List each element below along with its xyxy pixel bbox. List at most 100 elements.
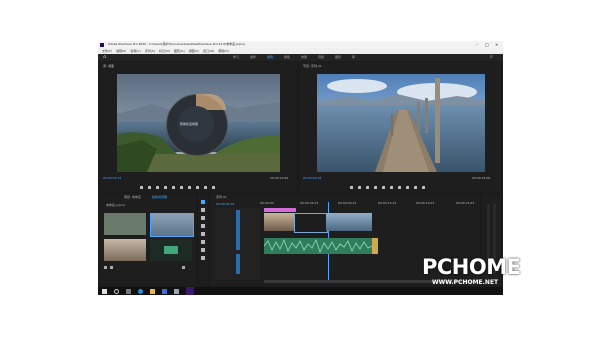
type-tool-icon[interactable] — [201, 256, 205, 260]
audio-clip-end[interactable] — [372, 238, 378, 254]
play-icon[interactable] — [172, 186, 175, 189]
tab-program-monitor[interactable]: 节目: 序列 01 — [303, 64, 322, 68]
step-forward-icon[interactable] — [390, 186, 393, 189]
menu-marker[interactable]: 标记(M) — [159, 49, 170, 53]
track-target-a1[interactable] — [236, 254, 240, 274]
radial-menu-label: 帮助和选择器 — [180, 122, 199, 126]
menu-help[interactable]: 帮助(H) — [218, 49, 229, 53]
lift-icon[interactable] — [406, 186, 409, 189]
overwrite-icon[interactable] — [204, 186, 207, 189]
source-duration: 00:00:10:00 — [270, 176, 289, 180]
hand-tool-icon[interactable] — [201, 248, 205, 252]
home-icon[interactable]: ⌂ — [103, 54, 106, 60]
audio-waveform-thumb — [164, 246, 178, 254]
bin-thumbnail-4[interactable] — [150, 239, 192, 261]
title-clip[interactable] — [264, 208, 296, 212]
audio-clip[interactable] — [263, 238, 373, 254]
source-timecode[interactable]: 00:00:02:14 — [103, 176, 121, 180]
insert-icon[interactable] — [196, 186, 199, 189]
step-forward-icon[interactable] — [180, 186, 183, 189]
workspace-editing[interactable]: 编辑 — [267, 55, 273, 59]
premiere-app-icon — [100, 42, 104, 47]
taskbar-search-icon[interactable] — [114, 288, 119, 294]
go-to-in-icon[interactable] — [156, 186, 159, 189]
menu-window[interactable]: 窗口(W) — [203, 49, 214, 53]
workspace-graphics[interactable]: 图形 — [335, 55, 341, 59]
project-panel: 项目: 未命名 媒体浏览器 未命名.prproj — [100, 194, 196, 286]
mark-in-icon[interactable] — [350, 186, 353, 189]
workspace-learn[interactable]: 学习 — [233, 55, 239, 59]
video-clip-3[interactable] — [326, 213, 372, 231]
go-to-out-icon[interactable] — [188, 186, 191, 189]
audio-waveform — [263, 238, 373, 254]
workspace-assembly[interactable]: 组件 — [250, 55, 256, 59]
mark-in-icon[interactable] — [140, 186, 143, 189]
store-icon[interactable] — [162, 288, 167, 294]
title-bar: Adobe Premiere Pro 2020 - C:\Users\用户\Do… — [98, 41, 503, 48]
step-back-icon[interactable] — [164, 186, 167, 189]
menu-view[interactable]: 视图(V) — [189, 49, 199, 53]
go-to-in-icon[interactable] — [366, 186, 369, 189]
tab-project[interactable]: 项目: 未命名 — [124, 195, 141, 199]
video-clip-2[interactable] — [294, 213, 328, 233]
task-view-icon[interactable] — [126, 288, 131, 294]
slip-tool-icon[interactable] — [201, 232, 205, 236]
workspace-libraries[interactable]: 库 — [352, 55, 355, 59]
timeline-timecode[interactable]: 00:00:05:18 — [216, 202, 234, 206]
video-clip-1[interactable] — [264, 213, 294, 231]
tab-source-monitor[interactable]: 源: 湖面 — [103, 64, 114, 68]
search-icon[interactable]: ⌕ — [490, 54, 493, 60]
program-transport-controls — [350, 185, 460, 191]
close-icon[interactable]: × — [495, 41, 498, 48]
menu-graphics[interactable]: 图形(G) — [174, 49, 185, 53]
mark-out-icon[interactable] — [358, 186, 361, 189]
track-target-v1[interactable] — [236, 210, 240, 250]
ripple-edit-tool-icon[interactable] — [201, 216, 205, 220]
track-select-tool-icon[interactable] — [201, 208, 205, 212]
file-explorer-icon[interactable] — [150, 288, 155, 294]
selection-tool-icon[interactable] — [201, 200, 205, 204]
minimize-icon[interactable]: – — [476, 41, 478, 48]
project-path: 未命名.prproj — [106, 203, 125, 207]
pen-tool-icon[interactable] — [201, 240, 205, 244]
tab-media-browser[interactable]: 媒体浏览器 — [152, 195, 167, 199]
bin-thumbnail-1[interactable] — [104, 213, 146, 235]
workspace-effects[interactable]: 效果 — [301, 55, 307, 59]
extract-icon[interactable] — [414, 186, 417, 189]
workspace-color[interactable]: 颜色 — [284, 55, 290, 59]
mail-icon[interactable] — [174, 288, 179, 294]
icon-view-icon[interactable] — [110, 266, 113, 269]
play-icon[interactable] — [382, 186, 385, 189]
pchome-watermark: PCHOME — [422, 255, 521, 279]
mark-out-icon[interactable] — [148, 186, 151, 189]
go-to-out-icon[interactable] — [398, 186, 401, 189]
timeline-ruler[interactable]: 00:00:00 00:00:04:23 00:00:09:23 00:00:1… — [260, 201, 480, 206]
step-back-icon[interactable] — [374, 186, 377, 189]
ruler-tick: 00:00:24:23 — [456, 201, 475, 205]
bin-thumbnail-2[interactable] — [150, 213, 194, 237]
pchome-watermark-url: WWW.PCHOME.NET — [432, 279, 499, 286]
windows-start-icon[interactable] — [102, 288, 107, 294]
source-monitor: 源: 湖面 帮助和选择器 00:00:02:14 00:00:10:00 — [100, 62, 297, 192]
ruler-tick: 00:00:09:23 — [338, 201, 357, 205]
workspace-audio[interactable]: 音频 — [318, 55, 324, 59]
ruler-tick: 00:00:19:23 — [416, 201, 435, 205]
menu-edit[interactable]: 编辑(E) — [116, 49, 126, 53]
menu-sequence[interactable]: 序列(S) — [145, 49, 155, 53]
export-frame-icon[interactable] — [422, 186, 425, 189]
razor-tool-icon[interactable] — [201, 224, 205, 228]
ruler-tick: 00:00:00 — [260, 201, 274, 205]
edge-icon[interactable] — [138, 288, 143, 294]
new-item-icon[interactable] — [182, 266, 185, 269]
program-timecode[interactable]: 00:00:05:18 — [303, 176, 321, 180]
premiere-taskbar-icon[interactable] — [186, 287, 194, 295]
bin-toolbar — [104, 266, 192, 272]
menu-file[interactable]: 文件(F) — [102, 49, 112, 53]
maximize-icon[interactable]: □ — [485, 41, 489, 48]
tab-sequence[interactable]: 序列 01 — [216, 195, 227, 199]
list-view-icon[interactable] — [104, 266, 107, 269]
menu-clip[interactable]: 剪辑(C) — [130, 49, 140, 53]
track-headers — [214, 208, 260, 280]
bin-thumbnail-3[interactable] — [104, 239, 146, 261]
export-frame-icon[interactable] — [212, 186, 215, 189]
